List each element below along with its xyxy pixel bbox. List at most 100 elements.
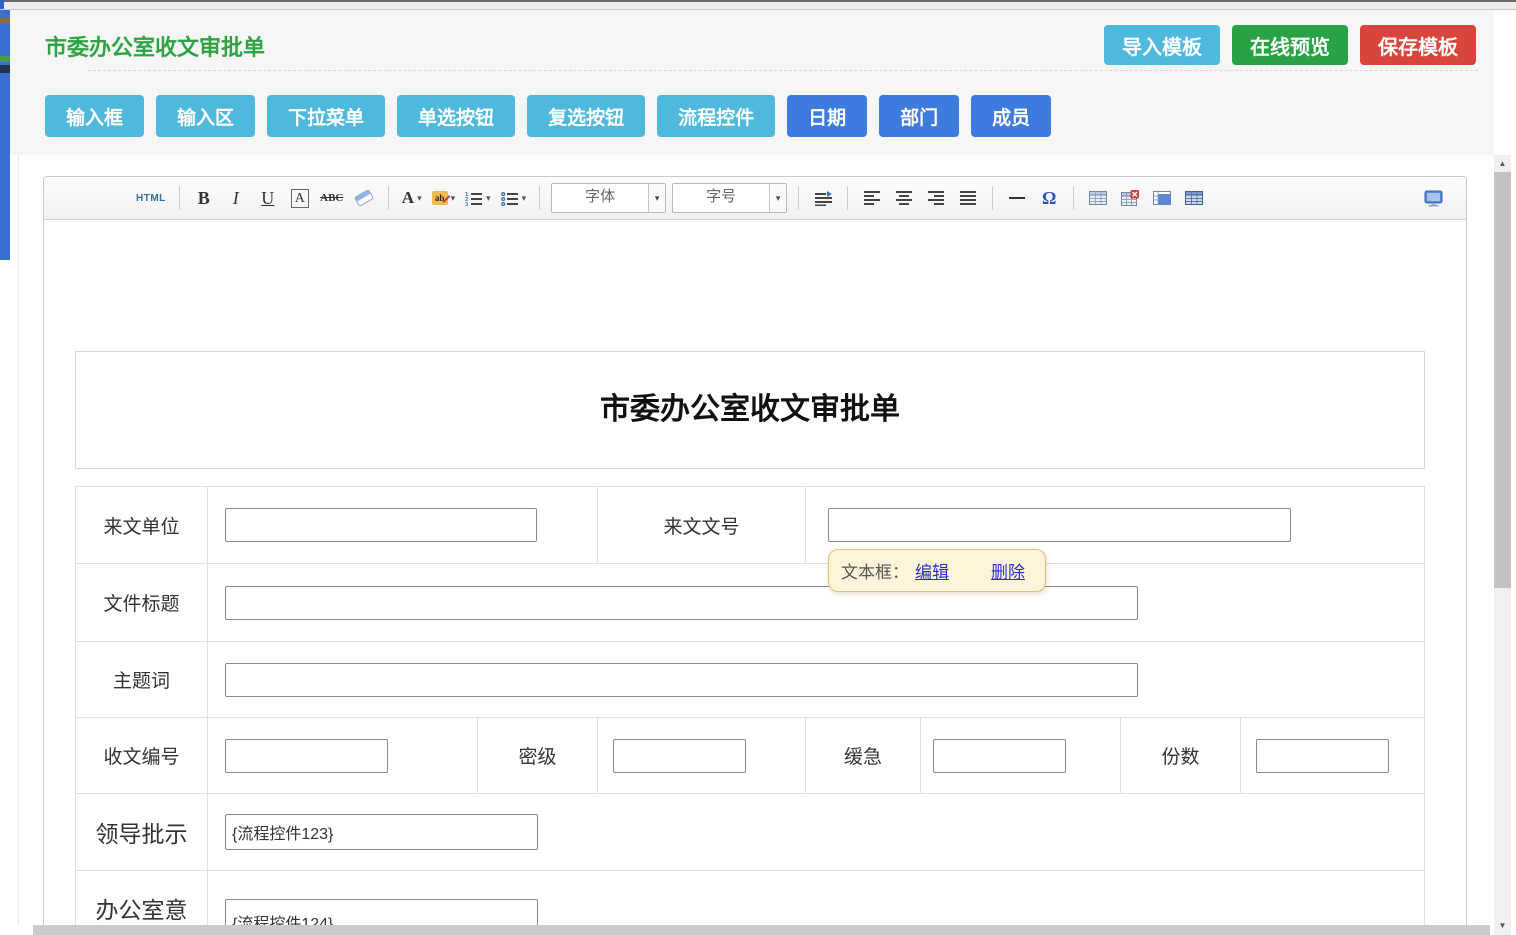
unordered-list-icon — [501, 191, 519, 206]
form-input-cell — [208, 794, 1424, 870]
doc-number-input[interactable] — [828, 508, 1291, 542]
chevron-down-icon[interactable]: ▾ — [769, 184, 786, 212]
edge-marker — [0, 18, 10, 24]
window-top-notch — [0, 0, 4, 9]
horizontal-scrollbar[interactable] — [33, 925, 1490, 935]
subject-words-input[interactable] — [225, 663, 1138, 697]
underline-button[interactable]: U — [255, 185, 281, 211]
ordered-list-button[interactable]: 1 2 3 ▾ — [463, 185, 493, 211]
font-color-button[interactable]: A ▾ — [400, 185, 424, 211]
form-label: 收文编号 — [76, 718, 208, 793]
editor-toolbar: HTML B I U A ABC — [44, 177, 1466, 220]
component-button-department[interactable]: 部门 — [879, 95, 959, 137]
toolbar-separator — [388, 186, 389, 210]
justify-button[interactable] — [955, 185, 981, 211]
vertical-scrollbar[interactable]: ▲ ▼ — [1494, 155, 1511, 935]
component-button-radio[interactable]: 单选按钮 — [397, 95, 515, 137]
form-input-cell — [208, 718, 478, 793]
horizontal-rule-button[interactable] — [1004, 185, 1030, 211]
align-left-button[interactable] — [859, 185, 885, 211]
form-label: 领导批示 — [76, 794, 208, 870]
justify-icon — [959, 191, 977, 205]
edit-link[interactable]: 编辑 — [915, 558, 949, 583]
highlight-icon: ab — [432, 191, 448, 205]
table-row: 文件标题 — [76, 564, 1424, 642]
save-template-button[interactable]: 保存模板 — [1360, 25, 1476, 65]
component-button-input-box[interactable]: 输入框 — [45, 95, 144, 137]
editor-content[interactable]: 市委办公室收文审批单 来文单位 来文文号 文件标题 — [44, 220, 1466, 935]
strikethrough-button[interactable]: ABC — [319, 185, 345, 211]
toolbar-separator — [539, 186, 540, 210]
align-left-icon — [863, 191, 881, 205]
font-family-value: 字体 — [552, 184, 648, 212]
import-template-button[interactable]: 导入模板 — [1104, 25, 1220, 65]
table-properties-button[interactable] — [1181, 185, 1207, 211]
fullscreen-button[interactable] — [1420, 185, 1446, 211]
header: 市委办公室收文审批单 导入模板 在线预览 保存模板 输入框 输入区 下拉菜单 单… — [10, 10, 1494, 155]
font-size-select[interactable]: 字号 ▾ — [672, 183, 787, 213]
source-code-label: HTML — [136, 193, 166, 204]
scroll-down-arrow-icon[interactable]: ▼ — [1494, 918, 1511, 933]
form-input-cell — [921, 718, 1121, 793]
scroll-up-arrow-icon[interactable]: ▲ — [1494, 156, 1511, 171]
toolbar-separator — [179, 186, 180, 210]
special-char-button[interactable]: Ω — [1036, 185, 1062, 211]
component-toolbar: 输入框 输入区 下拉菜单 单选按钮 复选按钮 流程控件 日期 部门 成员 — [45, 95, 1051, 137]
font-family-select[interactable]: 字体 ▾ — [551, 183, 666, 213]
toolbar-separator — [798, 186, 799, 210]
italic-button[interactable]: I — [223, 185, 249, 211]
leader-comments-input[interactable] — [225, 814, 538, 850]
form-label: 来文单位 — [76, 487, 208, 563]
component-button-checkbox[interactable]: 复选按钮 — [527, 95, 645, 137]
form-input-cell — [208, 564, 1424, 641]
receipt-number-input[interactable] — [225, 739, 388, 773]
background-window-edge — [0, 10, 10, 260]
table-icon — [1089, 190, 1107, 206]
unordered-list-button[interactable]: ▾ — [499, 185, 529, 211]
online-preview-button[interactable]: 在线预览 — [1232, 25, 1348, 65]
vertical-scrollbar-thumb[interactable] — [1494, 172, 1511, 588]
copies-input[interactable] — [1256, 739, 1389, 773]
strikethrough-icon: ABC — [320, 192, 343, 204]
component-button-flow-control[interactable]: 流程控件 — [657, 95, 775, 137]
form-input-cell — [208, 487, 598, 563]
component-button-textarea[interactable]: 输入区 — [156, 95, 255, 137]
ordered-list-icon: 1 2 3 — [465, 191, 483, 206]
monitor-icon — [1423, 190, 1444, 207]
table-row: 收文编号 密级 缓急 份数 — [76, 718, 1424, 794]
font-format-icon: A — [291, 189, 309, 208]
edge-marker — [0, 56, 10, 62]
horizontal-rule-icon — [1009, 197, 1025, 199]
eraser-icon — [354, 190, 374, 207]
form-table: 来文单位 来文文号 文件标题 主题词 — [75, 486, 1425, 935]
delete-table-icon — [1121, 190, 1139, 206]
indent-button[interactable] — [810, 185, 836, 211]
chevron-down-icon: ▾ — [522, 193, 527, 204]
highlight-color-button[interactable]: ab ▾ — [430, 185, 458, 211]
secrecy-level-input[interactable] — [613, 739, 746, 773]
align-right-button[interactable] — [923, 185, 949, 211]
delete-link[interactable]: 删除 — [991, 558, 1025, 583]
urgency-input[interactable] — [933, 739, 1066, 773]
content-left-border — [18, 155, 19, 925]
chevron-down-icon: ▾ — [451, 193, 456, 204]
bold-button[interactable]: B — [191, 185, 217, 211]
table-cell-properties-button[interactable] — [1149, 185, 1175, 211]
form-label: 文件标题 — [76, 564, 208, 641]
underline-icon: U — [261, 188, 274, 209]
app-window: 市委办公室收文审批单 导入模板 在线预览 保存模板 输入框 输入区 下拉菜单 单… — [0, 0, 1516, 935]
font-format-button[interactable]: A — [287, 185, 313, 211]
source-unit-input[interactable] — [225, 508, 537, 542]
chevron-down-icon[interactable]: ▾ — [648, 184, 665, 212]
align-center-button[interactable] — [891, 185, 917, 211]
rich-text-editor: HTML B I U A ABC — [43, 176, 1467, 935]
remove-format-button[interactable] — [351, 185, 377, 211]
table-properties-icon — [1185, 190, 1203, 206]
form-label: 主题词 — [76, 642, 208, 717]
delete-table-button[interactable] — [1117, 185, 1143, 211]
component-button-date[interactable]: 日期 — [787, 95, 867, 137]
component-button-member[interactable]: 成员 — [971, 95, 1051, 137]
source-code-button[interactable]: HTML — [134, 185, 168, 211]
component-button-dropdown[interactable]: 下拉菜单 — [267, 95, 385, 137]
insert-table-button[interactable] — [1085, 185, 1111, 211]
